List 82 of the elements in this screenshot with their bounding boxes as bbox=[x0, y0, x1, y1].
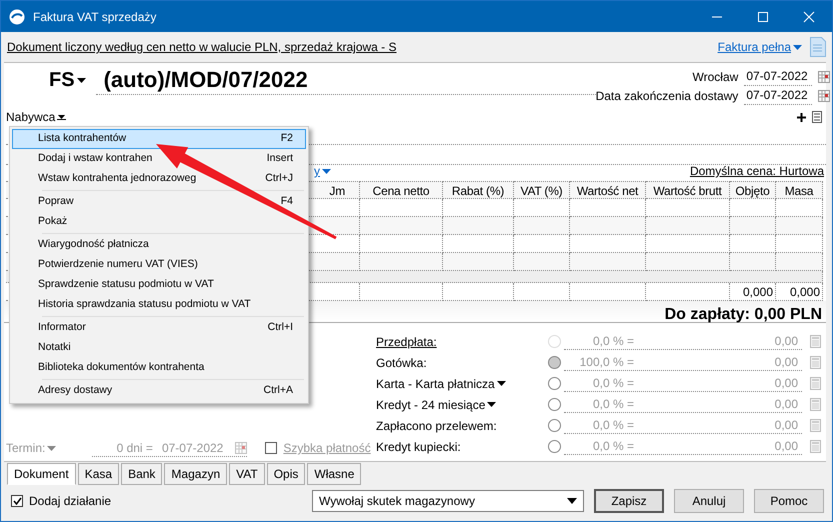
list-icon[interactable] bbox=[812, 111, 822, 123]
document-icon[interactable] bbox=[810, 37, 826, 57]
tab[interactable]: Bank bbox=[121, 463, 162, 485]
payment-amount: 0,00 bbox=[774, 354, 798, 371]
dialog-button[interactable]: Pomoc bbox=[754, 489, 824, 513]
radio-button[interactable] bbox=[548, 440, 561, 453]
dialog-button[interactable]: Zapisz bbox=[594, 489, 664, 513]
column-header: Cena netto bbox=[360, 181, 443, 199]
tab[interactable]: VAT bbox=[229, 463, 265, 485]
payment-percent: 0,0 % = bbox=[592, 333, 634, 350]
checkbox[interactable] bbox=[265, 442, 278, 454]
plus-icon[interactable] bbox=[797, 112, 806, 122]
menu-item[interactable]: Informator Ctrl+I bbox=[12, 318, 306, 338]
calendar-icon[interactable] bbox=[235, 442, 248, 454]
menu-item[interactable]: Potwierdzenie numeru VAT (VIES) bbox=[12, 255, 306, 275]
payment-percent: 0,0 % = bbox=[592, 438, 634, 455]
menu-item[interactable]: Wiarygodność płatnicza bbox=[12, 235, 306, 255]
tab[interactable]: Magazyn bbox=[164, 463, 228, 485]
default-price-link[interactable]: Domyślna cena: Hurtowa bbox=[690, 162, 824, 180]
payment-percent: 0,0 % = bbox=[592, 417, 634, 434]
radio-button[interactable] bbox=[548, 356, 561, 369]
payment-amount: 0,00 bbox=[774, 375, 798, 392]
menu-item[interactable]: Lista kontrahentów F2 bbox=[12, 129, 306, 149]
caret-icon[interactable] bbox=[57, 114, 66, 120]
price-type-link[interactable]: y bbox=[314, 162, 331, 180]
issue-date-field[interactable]: 07-07-2022 bbox=[744, 67, 812, 86]
delivery-date-field[interactable]: 07-07-2022 bbox=[744, 86, 812, 105]
dialog-button[interactable]: Anuluj bbox=[674, 489, 744, 513]
payment-method-dropdown[interactable]: Kredyt - 24 miesiące bbox=[376, 396, 496, 414]
payment-amount: 0,00 bbox=[774, 438, 798, 455]
menu-item[interactable]: Biblioteka dokumentów kontrahenta bbox=[12, 358, 306, 378]
radio-button[interactable] bbox=[548, 377, 561, 390]
caret-icon[interactable] bbox=[487, 402, 496, 407]
caret-icon[interactable] bbox=[496, 381, 506, 386]
tab[interactable]: Opis bbox=[266, 463, 306, 485]
menu-item[interactable]: Adresy dostawy Ctrl+A bbox=[12, 381, 306, 401]
column-header: Masa bbox=[776, 181, 823, 199]
pricing-info-link[interactable]: Dokument liczony według cen netto w walucie PLN, sprzedaż krajowa - S bbox=[7, 38, 718, 56]
amount-due: Do zapłaty: 0,00 PLN bbox=[664, 305, 822, 322]
payment-amount: 0,00 bbox=[774, 333, 798, 350]
radio-button[interactable] bbox=[548, 419, 561, 432]
delivery-date-label: Data zakończenia dostawy bbox=[596, 88, 740, 104]
menu-item[interactable]: Pokaż bbox=[12, 212, 306, 232]
checkbox[interactable] bbox=[11, 495, 23, 507]
payment-amount: 0,00 bbox=[774, 396, 798, 413]
check-icon bbox=[12, 497, 22, 505]
calendar-icon[interactable] bbox=[818, 90, 830, 102]
invoice-type-link[interactable]: Faktura pełna bbox=[718, 38, 802, 56]
radio-button[interactable] bbox=[548, 398, 561, 411]
stock-effect-dropdown[interactable]: Wywołaj skutek magazynowy bbox=[312, 490, 584, 512]
payment-amount: 0,00 bbox=[774, 417, 798, 434]
caret-icon[interactable] bbox=[76, 78, 86, 82]
payment-percent: 0,0 % = bbox=[592, 375, 634, 392]
column-header: Rabat (%) bbox=[443, 181, 514, 199]
document-type-selector[interactable]: FS bbox=[49, 65, 86, 95]
tab[interactable]: Dokument bbox=[7, 463, 76, 485]
buyer-menu-link[interactable]: Nabywca bbox=[6, 108, 66, 126]
add-action-label: Dodaj działanie bbox=[29, 493, 112, 510]
term-date: 07-07-2022 bbox=[162, 440, 224, 457]
document-number: (auto)/MOD/07/2022 bbox=[96, 66, 596, 95]
column-header: VAT (%) bbox=[514, 181, 570, 199]
tab[interactable]: Własne bbox=[307, 463, 362, 485]
tab[interactable]: Kasa bbox=[78, 463, 120, 485]
menu-item[interactable]: Historia sprawdzania statusu podmiotu w VAT bbox=[12, 295, 306, 315]
menu-item[interactable]: Dodaj i wstaw kontrahen Insert bbox=[12, 149, 306, 169]
payment-percent: 100,0 % = bbox=[578, 354, 634, 371]
issue-place: Wrocław bbox=[692, 68, 740, 86]
calendar-icon[interactable] bbox=[818, 70, 830, 82]
column-header: Objęto bbox=[730, 181, 776, 199]
payment-percent: 0,0 % = bbox=[592, 396, 634, 413]
payment-label: Zapłacono przelewem: bbox=[376, 418, 497, 432]
term-days: 0 dni = bbox=[116, 439, 153, 457]
column-header: Wartość brutt bbox=[646, 181, 730, 199]
caret-icon bbox=[567, 498, 577, 504]
app-logo-icon bbox=[9, 8, 25, 24]
payment-label: Kredyt kupiecki: bbox=[376, 440, 461, 454]
column-header: Wartość net bbox=[570, 181, 646, 199]
menu-item[interactable]: Notatki bbox=[12, 338, 306, 358]
menu-item[interactable]: Sprawdzenie statusu podmiotu w VAT bbox=[12, 275, 306, 295]
payment-method-dropdown[interactable]: Karta - Karta płatnicza bbox=[376, 374, 506, 392]
window-title: Faktura VAT sprzedaży bbox=[33, 8, 158, 26]
payment-label: Gotówka: bbox=[376, 356, 427, 370]
